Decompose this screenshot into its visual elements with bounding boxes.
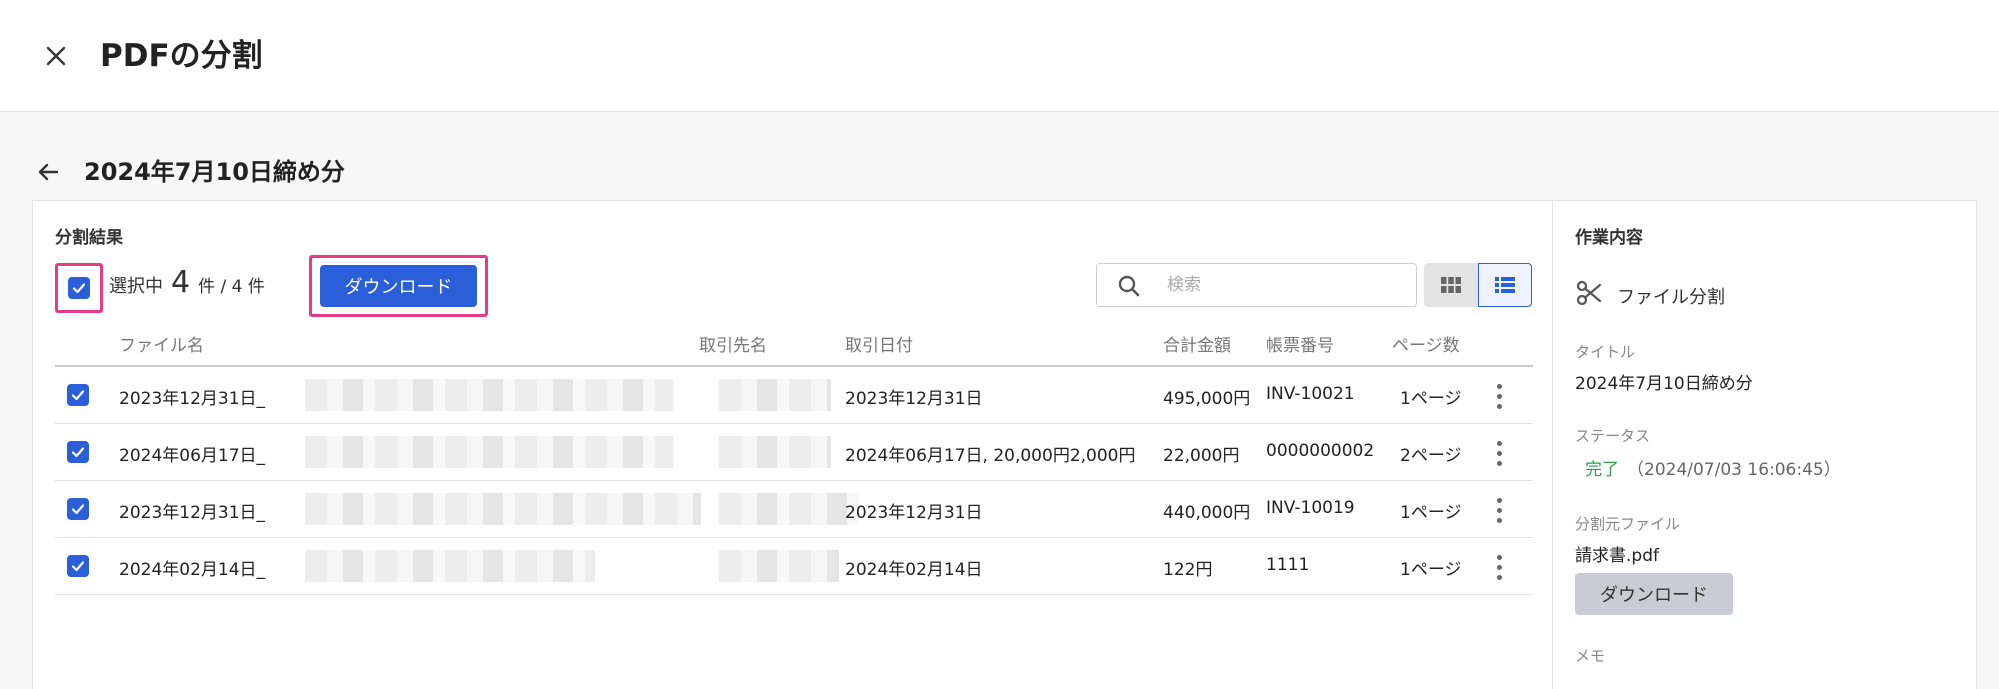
memo-label: メモ xyxy=(1575,647,1606,665)
transaction-date: 2023年12月31日 xyxy=(845,503,983,523)
redacted-partner xyxy=(719,550,839,582)
page-count: 2ページ xyxy=(1400,446,1462,466)
details-title: 作業内容 xyxy=(1575,228,1643,248)
column-date: 取引日付 xyxy=(845,336,913,356)
more-vert-icon[interactable] xyxy=(1489,381,1509,411)
table-row[interactable]: 2023年12月31日_ 2023年12月31日 495,000円 INV-10… xyxy=(55,367,1533,424)
column-file-name: ファイル名 xyxy=(119,336,204,356)
table-row[interactable]: 2024年02月14日_ 2024年02月14日 122円 1111 1ページ xyxy=(55,538,1533,595)
check-icon xyxy=(72,283,86,294)
results-table: ファイル名 取引先名 取引日付 合計金額 帳票番号 ページ数 2023年12月3… xyxy=(55,319,1533,595)
status-label: ステータス xyxy=(1575,427,1651,445)
list-view-icon[interactable] xyxy=(1478,263,1532,307)
redacted-file-name xyxy=(305,493,701,525)
status-timestamp: （2024/07/03 16:06:45） xyxy=(1627,460,1841,480)
total-amount: 495,000円 xyxy=(1163,389,1251,409)
page-title: 2024年7月10日締め分 xyxy=(84,158,345,186)
title-value: 2024年7月10日締め分 xyxy=(1575,374,1753,394)
redacted-partner xyxy=(719,436,831,468)
select-all-checkbox[interactable] xyxy=(68,277,90,299)
action-label: ファイル分割 xyxy=(1617,286,1725,308)
selection-summary: 選択中 4 件 / 4 件 xyxy=(109,265,265,309)
grid-view-icon[interactable] xyxy=(1424,263,1478,307)
split-results-pane: 分割結果 選択中 4 件 / 4 件 ダウンロード 検索 ファイル名 取引先名 … xyxy=(33,201,1553,689)
column-amount: 合計金額 xyxy=(1163,336,1231,356)
page-count: 1ページ xyxy=(1400,560,1462,580)
table-row[interactable]: 2023年12月31日_ 2023年12月31日 440,000円 INV-10… xyxy=(55,481,1533,538)
view-toggle xyxy=(1424,263,1532,307)
job-action: ファイル分割 xyxy=(1575,279,1725,312)
redacted-file-name xyxy=(305,436,673,468)
transaction-date: 2024年06月17日, 20,000円2,000円 xyxy=(845,446,1136,466)
file-name: 2023年12月31日_ xyxy=(119,389,266,409)
row-checkbox[interactable] xyxy=(67,555,89,577)
back-arrow-icon[interactable] xyxy=(32,156,64,188)
main-area: 2024年7月10日締め分 分割結果 選択中 4 件 / 4 件 ダウンロード xyxy=(0,112,1999,689)
redacted-file-name xyxy=(305,379,673,411)
transaction-date: 2023年12月31日 xyxy=(845,389,983,409)
title-label: タイトル xyxy=(1575,343,1636,361)
column-doc-no: 帳票番号 xyxy=(1266,336,1334,356)
more-vert-icon[interactable] xyxy=(1489,552,1509,582)
search-input[interactable] xyxy=(1167,272,1397,298)
check-icon xyxy=(71,561,85,572)
source-file-name: 請求書.pdf xyxy=(1575,546,1659,566)
download-button[interactable]: ダウンロード xyxy=(320,265,477,307)
row-checkbox[interactable] xyxy=(67,384,89,406)
row-checkbox[interactable] xyxy=(67,498,89,520)
transaction-date: 2024年02月14日 xyxy=(845,560,983,580)
total-amount: 22,000円 xyxy=(1163,446,1240,466)
row-checkbox[interactable] xyxy=(67,441,89,463)
check-icon xyxy=(71,504,85,515)
scissors-icon xyxy=(1575,279,1603,312)
more-vert-icon[interactable] xyxy=(1489,438,1509,468)
app-title: PDFの分割 xyxy=(100,38,263,74)
selected-count: 4 xyxy=(171,265,191,300)
details-pane: 作業内容 ファイル分割 タイトル 2024年7月10日締め分 ステータス 完了 （… xyxy=(1553,201,1978,689)
content-panel: 分割結果 選択中 4 件 / 4 件 ダウンロード 検索 ファイル名 取引先名 … xyxy=(32,200,1977,689)
more-vert-icon[interactable] xyxy=(1489,495,1509,525)
redacted-file-name xyxy=(305,550,595,582)
file-name: 2023年12月31日_ xyxy=(119,503,266,523)
section-title: 分割結果 xyxy=(55,228,123,248)
file-name: 2024年06月17日_ xyxy=(119,446,266,466)
total-count: 件 / 4 件 xyxy=(198,277,265,297)
status-value-row: 完了 （2024/07/03 16:06:45） xyxy=(1585,455,1841,480)
check-icon xyxy=(71,390,85,401)
redacted-partner xyxy=(719,493,859,525)
page-count: 1ページ xyxy=(1400,503,1462,523)
file-name: 2024年02月14日_ xyxy=(119,560,266,580)
table-header: ファイル名 取引先名 取引日付 合計金額 帳票番号 ページ数 xyxy=(55,319,1533,367)
status-badge: 完了 xyxy=(1585,460,1619,480)
search-icon xyxy=(1117,274,1141,302)
table-row[interactable]: 2024年06月17日_ 2024年06月17日, 20,000円2,000円 … xyxy=(55,424,1533,481)
document-number: INV-10021 xyxy=(1266,384,1355,404)
search-box xyxy=(1096,263,1417,307)
column-partner: 取引先名 xyxy=(699,336,767,356)
page-count: 1ページ xyxy=(1400,389,1462,409)
column-pages: ページ数 xyxy=(1392,336,1460,356)
document-number: 0000000002 xyxy=(1266,441,1375,461)
document-number: INV-10019 xyxy=(1266,498,1355,518)
source-download-button[interactable]: ダウンロード xyxy=(1575,573,1733,615)
total-amount: 440,000円 xyxy=(1163,503,1251,523)
selection-label: 選択中 xyxy=(109,276,163,297)
check-icon xyxy=(71,447,85,458)
top-bar: PDFの分割 xyxy=(0,0,1999,112)
source-file-label: 分割元ファイル xyxy=(1575,515,1681,533)
document-number: 1111 xyxy=(1266,555,1310,575)
close-icon[interactable] xyxy=(38,38,74,74)
redacted-partner xyxy=(719,379,831,411)
total-amount: 122円 xyxy=(1163,560,1213,580)
